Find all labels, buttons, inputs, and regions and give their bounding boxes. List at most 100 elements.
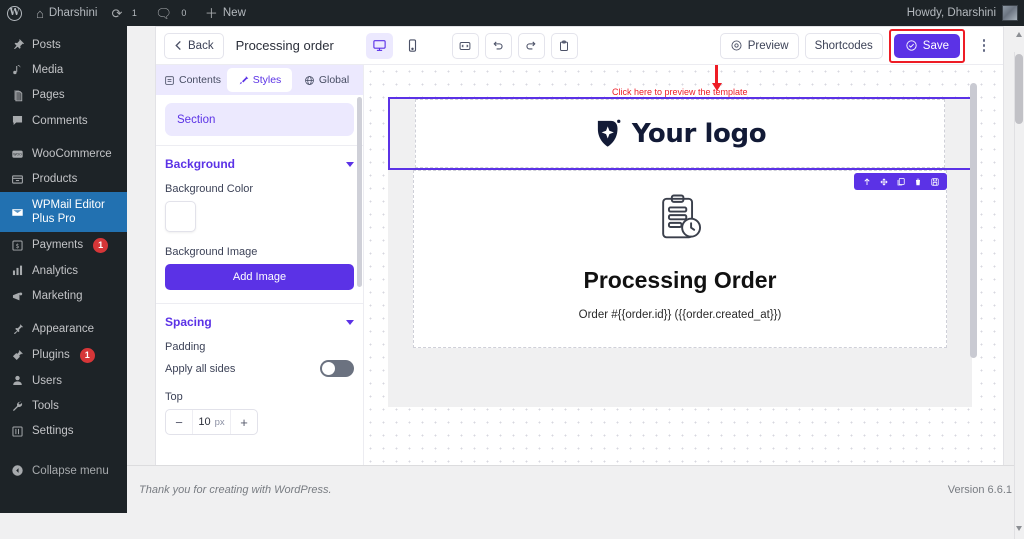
- new-label: New: [222, 7, 246, 19]
- comments-menu[interactable]: 🗨 0: [148, 0, 198, 26]
- pages-icon: [9, 89, 25, 102]
- window-scrollbar[interactable]: [1014, 32, 1024, 539]
- save-block-icon[interactable]: [927, 174, 942, 189]
- comment-icon: 🗨: [155, 5, 172, 21]
- desktop-view-button[interactable]: [365, 32, 393, 59]
- panel-scrollbar[interactable]: [357, 97, 362, 287]
- sidebar-item-payments[interactable]: $ Payments 1: [0, 232, 127, 258]
- shield-sparkle-logo-icon: [594, 118, 623, 149]
- sidebar-item-label: WooCommerce: [32, 148, 112, 160]
- site-name-menu[interactable]: ⌂ Dharshini: [29, 0, 104, 26]
- email-preview-frame: Your logo Processing Order Order #{{orde…: [388, 97, 972, 407]
- selected-element-chip[interactable]: Section: [165, 103, 354, 136]
- decrement-button[interactable]: −: [166, 410, 192, 434]
- save-button[interactable]: Save: [893, 33, 960, 58]
- window-scrollbar-thumb[interactable]: [1015, 54, 1023, 124]
- apply-all-sides-toggle[interactable]: [320, 360, 354, 377]
- editor-toolbar: Back Processing order Preview Shortcodes…: [156, 27, 1003, 65]
- drag-move-icon[interactable]: [876, 174, 891, 189]
- save-highlight-box: Save: [888, 28, 965, 63]
- sidebar-item-label: WPMail Editor Plus Pro: [32, 198, 105, 226]
- sidebar-item-label: Payments: [32, 238, 84, 251]
- preview-button[interactable]: Preview: [719, 32, 799, 59]
- kebab-menu-icon[interactable]: [973, 33, 995, 59]
- duplicate-icon[interactable]: [893, 174, 908, 189]
- spacing-header[interactable]: Spacing: [165, 315, 354, 329]
- sidebar-item-media[interactable]: Media: [0, 57, 127, 82]
- mobile-view-button[interactable]: [399, 33, 426, 59]
- canvas-scrollbar[interactable]: [970, 83, 977, 358]
- sidebar-badge: 1: [79, 347, 95, 363]
- logo-row: Your logo: [594, 118, 767, 149]
- logo-section[interactable]: Your logo: [388, 97, 972, 170]
- comments-count: 0: [181, 8, 187, 18]
- site-name-label: Dharshini: [48, 7, 98, 19]
- redo-icon: [524, 39, 538, 53]
- sidebar-item-products[interactable]: Products: [0, 167, 127, 192]
- sidebar-item-comments[interactable]: Comments: [0, 108, 127, 133]
- new-content-menu[interactable]: ＋ New: [198, 0, 253, 26]
- sidebar-item-label: Media: [32, 63, 64, 76]
- sidebar-item-woocommerce[interactable]: WOO WooCommerce: [0, 142, 127, 167]
- delete-icon[interactable]: [910, 174, 925, 189]
- howdy-label[interactable]: Howdy, Dharshini: [907, 7, 996, 19]
- footer-credit: Thank you for creating with WordPress.: [139, 483, 332, 496]
- collapse-menu-button[interactable]: Collapse menu: [0, 458, 127, 483]
- code-view-button[interactable]: [451, 32, 479, 59]
- sidebar-item-settings[interactable]: Settings: [0, 419, 127, 444]
- editor-shell: Back Processing order Preview Shortcodes…: [127, 26, 1024, 539]
- wp-logo-menu[interactable]: [0, 0, 29, 26]
- block-toolbar: [854, 173, 947, 190]
- padding-top-stepper[interactable]: − 10 px +: [165, 409, 258, 435]
- scroll-up-arrow-icon[interactable]: [1016, 32, 1022, 37]
- tab-styles[interactable]: Styles: [227, 68, 292, 92]
- menu-separator: [0, 444, 127, 452]
- logo-dropzone[interactable]: Your logo: [415, 99, 945, 168]
- sidebar-item-label: Analytics: [32, 264, 79, 277]
- updates-count: 1: [131, 8, 137, 18]
- envelope-icon: [9, 206, 25, 219]
- sidebar-item-analytics[interactable]: Analytics: [0, 258, 127, 283]
- sidebar-item-plugins[interactable]: Plugins 1: [0, 342, 127, 368]
- add-image-button[interactable]: Add Image: [165, 264, 354, 290]
- tab-contents[interactable]: Contents: [160, 68, 225, 92]
- apply-all-sides-label: Apply all sides: [165, 362, 236, 375]
- sidebar-item-users[interactable]: Users: [0, 368, 127, 393]
- template-title: Processing order: [235, 38, 334, 53]
- globe-icon: [304, 75, 315, 86]
- payments-icon: $: [9, 239, 25, 252]
- admin-bar-right: Howdy, Dharshini: [907, 5, 1024, 21]
- chevron-down-icon[interactable]: [346, 319, 354, 325]
- redo-button[interactable]: [517, 32, 545, 59]
- menu-separator: [0, 309, 127, 317]
- sidebar-item-posts[interactable]: Posts: [0, 32, 127, 57]
- background-header[interactable]: Background: [165, 157, 354, 171]
- template-canvas[interactable]: Click here to preview the template Your …: [364, 65, 1003, 465]
- sidebar-item-marketing[interactable]: Marketing: [0, 283, 127, 308]
- sidebar-item-tools[interactable]: Tools: [0, 394, 127, 419]
- padding-top-value-wrap[interactable]: 10 px: [192, 410, 231, 434]
- sidebar-item-pages[interactable]: Pages: [0, 83, 127, 108]
- undo-button[interactable]: [484, 32, 512, 59]
- back-label: Back: [188, 39, 214, 52]
- updates-menu[interactable]: ⟳ 1: [104, 0, 148, 26]
- body-content[interactable]: Processing Order Order #{{order.id}} ({{…: [413, 170, 947, 348]
- panel-tabs: Contents Styles Global: [156, 65, 363, 95]
- clipboard-button[interactable]: [550, 32, 578, 59]
- back-button[interactable]: Back: [164, 32, 224, 59]
- sidebar-item-wpmail-editor-plus-pro[interactable]: WPMail Editor Plus Pro: [0, 192, 127, 232]
- tab-global[interactable]: Global: [294, 68, 359, 92]
- wrench-icon: [9, 400, 25, 413]
- avatar[interactable]: [1002, 5, 1018, 21]
- scroll-down-arrow-icon[interactable]: [1016, 526, 1022, 531]
- background-color-swatch[interactable]: [165, 201, 196, 232]
- sidebar-item-label: Appearance: [32, 323, 95, 336]
- selected-element-label: Section: [177, 113, 216, 126]
- chevron-down-icon[interactable]: [346, 161, 354, 167]
- shortcodes-button[interactable]: Shortcodes: [804, 32, 883, 59]
- padding-top-label: Top: [165, 391, 183, 403]
- sidebar-item-appearance[interactable]: Appearance: [0, 317, 127, 342]
- body-section[interactable]: Processing Order Order #{{order.id}} ({{…: [388, 170, 972, 348]
- move-up-icon[interactable]: [859, 174, 874, 189]
- increment-button[interactable]: +: [231, 410, 257, 434]
